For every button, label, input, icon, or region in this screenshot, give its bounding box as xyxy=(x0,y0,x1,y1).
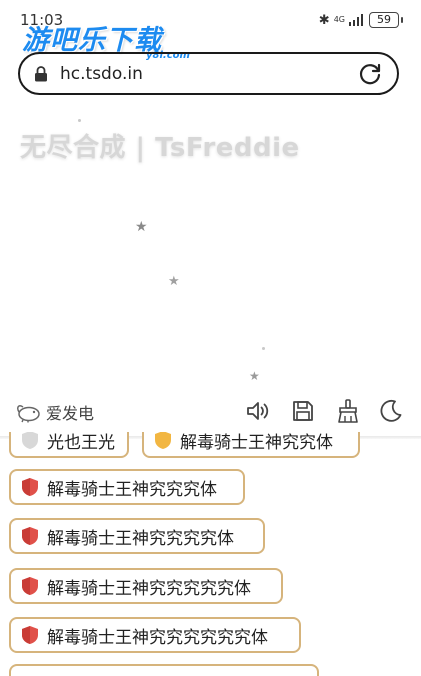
sparkle-dot xyxy=(262,347,265,350)
item-label: 解毒骑士王神究究究究究究体 xyxy=(47,627,268,648)
list-item[interactable]: 光也王光 xyxy=(9,432,129,458)
shield-icon xyxy=(22,527,38,545)
address-bar[interactable]: hc.tsdo.in xyxy=(18,52,399,95)
star-decoration: ★ xyxy=(135,219,148,235)
afdian-logo-icon xyxy=(17,405,40,423)
sparkle-dot xyxy=(78,119,81,122)
item-label: 解毒骑士王神究究究体 xyxy=(47,479,217,500)
item-label: 解毒骑士王神究究究究究体 xyxy=(47,578,251,599)
shield-icon xyxy=(22,577,38,595)
shield-icon xyxy=(22,626,38,644)
page-title: 无尽合成 | TsFreddie xyxy=(20,133,300,163)
list-item[interactable]: 解毒骑士王神究究究体 xyxy=(9,469,245,505)
save-icon[interactable] xyxy=(290,398,316,424)
status-icons: ✱ 4G 59 xyxy=(318,12,403,28)
list-item[interactable]: 解毒骑士王神究究究究体 xyxy=(9,518,265,554)
bottom-toolbar: 爱发电 xyxy=(0,392,421,432)
list-item[interactable]: 解毒骑士王神究究体 xyxy=(142,432,360,458)
bluetooth-icon: ✱ xyxy=(318,12,330,28)
url-text[interactable]: hc.tsdo.in xyxy=(60,64,357,84)
list-item[interactable] xyxy=(9,664,319,676)
list-item[interactable]: 解毒骑士王神究究究究究究体 xyxy=(9,617,301,653)
battery-indicator: 59 xyxy=(369,12,403,28)
afdian-link[interactable]: 爱发电 xyxy=(14,400,94,424)
list-item[interactable]: 解毒骑士王神究究究究究体 xyxy=(9,568,283,604)
network-indicator: 4G xyxy=(333,15,345,24)
clear-icon[interactable] xyxy=(335,398,361,424)
signal-icon xyxy=(349,14,363,26)
star-decoration: ★ xyxy=(249,369,260,383)
partial-item-row: 光也王光 解毒骑士王神究究体 xyxy=(0,432,421,458)
shield-icon xyxy=(22,432,38,449)
item-label: 解毒骑士王神究究究究体 xyxy=(47,528,234,549)
item-label: 解毒骑士王神究究体 xyxy=(180,432,333,453)
dark-mode-icon[interactable] xyxy=(378,398,404,424)
item-label: 光也王光 xyxy=(47,432,115,453)
star-decoration: ★ xyxy=(168,274,180,289)
afdian-label: 爱发电 xyxy=(46,404,95,423)
reload-icon[interactable] xyxy=(357,61,383,87)
volume-icon[interactable] xyxy=(244,398,270,424)
lock-icon xyxy=(35,65,47,81)
shield-icon xyxy=(22,478,38,496)
shield-icon xyxy=(155,432,171,449)
